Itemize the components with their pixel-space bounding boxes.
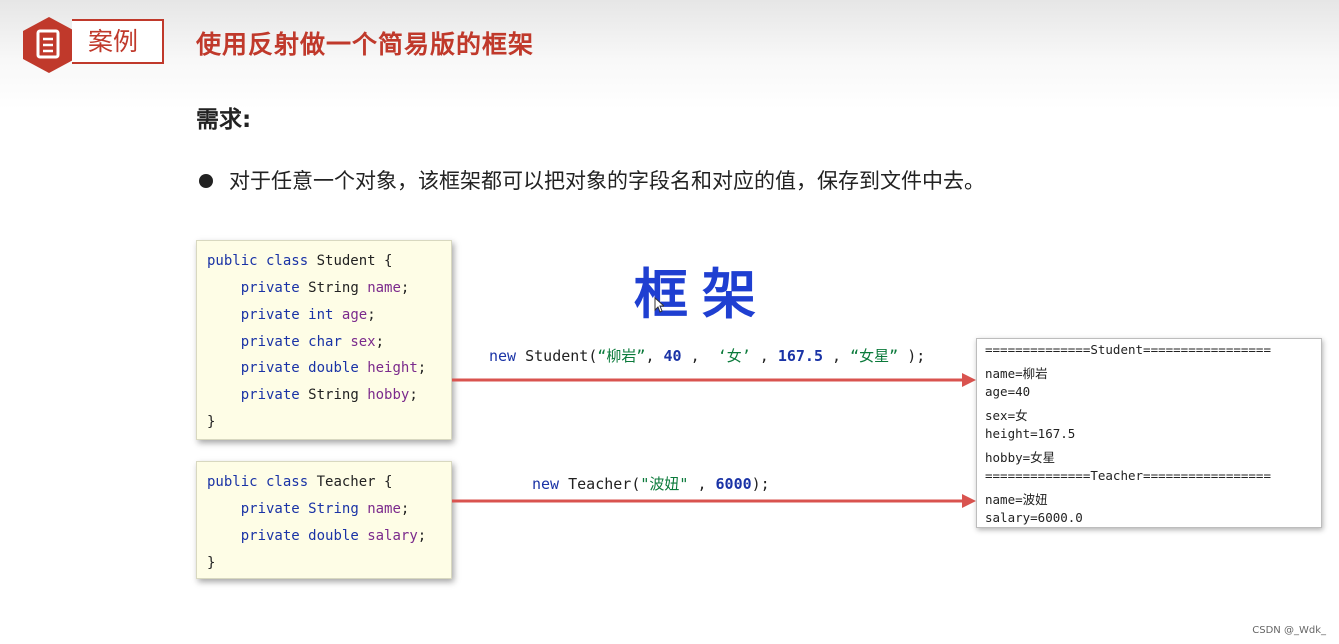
- output-line: ==============Teacher=================: [985, 468, 1271, 483]
- student-arrow: [452, 373, 976, 387]
- output-line: hobby=女星: [985, 450, 1056, 465]
- output-line: age=40: [985, 384, 1031, 399]
- watermark: CSDN @_Wdk_: [1252, 625, 1326, 636]
- output-file-content: ==============Student================= n…: [976, 338, 1322, 528]
- output-line: salary=6000.0: [985, 510, 1083, 525]
- arrows: [452, 373, 976, 508]
- output-line: height=167.5: [985, 426, 1076, 441]
- output-line: ==============Student=================: [985, 342, 1271, 357]
- output-line: name=柳岩: [985, 366, 1048, 381]
- output-line: sex=女: [985, 408, 1028, 423]
- teacher-arrow: [452, 494, 976, 508]
- output-line: name=波妞: [985, 492, 1048, 507]
